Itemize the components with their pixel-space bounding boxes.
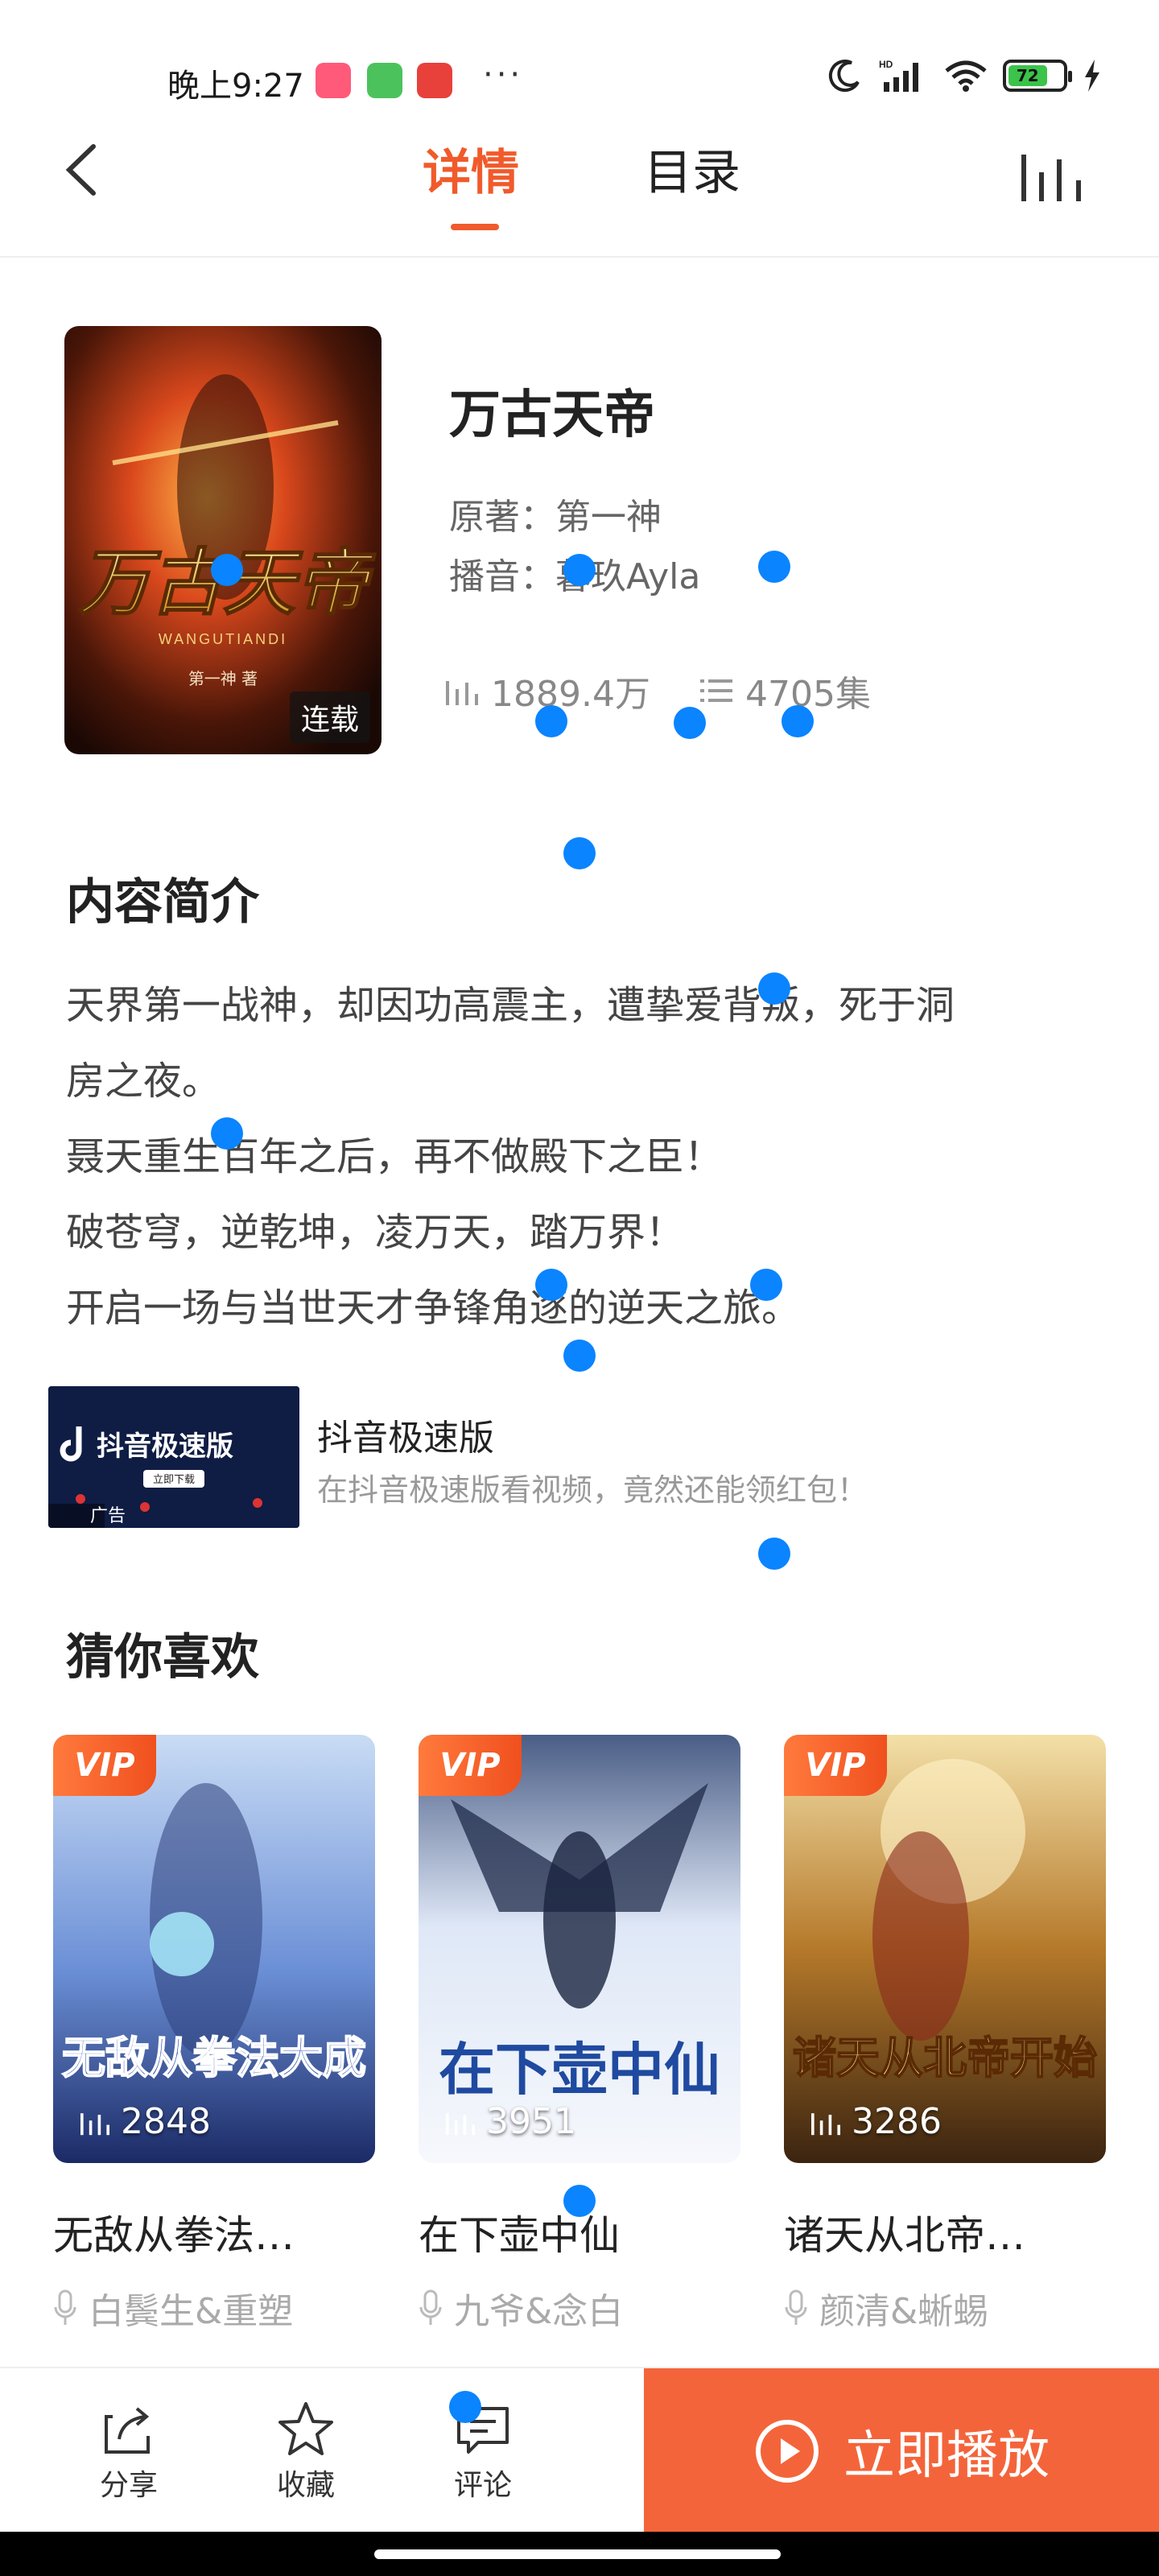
- touch-dot: [211, 554, 243, 586]
- microphone-icon: [54, 2289, 76, 2325]
- recommend-title[interactable]: 诸天从北帝…: [784, 2203, 1106, 2261]
- svg-text:第一神 著: 第一神 著: [188, 669, 258, 688]
- signal-icon: HD: [879, 59, 918, 92]
- svg-text:无敌从拳法大成: 无敌从拳法大成: [62, 2032, 366, 2083]
- comment-button[interactable]: 评论: [435, 2397, 531, 2504]
- more-notifications-icon: ···: [483, 56, 524, 93]
- svg-text:HD: HD: [879, 59, 893, 70]
- play-count-value: 1889.4万: [491, 674, 650, 715]
- touch-dot: [674, 707, 706, 739]
- favorite-button[interactable]: 收藏: [258, 2397, 354, 2504]
- share-button[interactable]: 分享: [80, 2397, 177, 2504]
- touch-dot: [563, 837, 596, 869]
- recommend-narrator: 颜清&蜥蜴: [784, 2282, 1106, 2334]
- touch-dot: [758, 1538, 790, 1570]
- active-tab-indicator: [451, 224, 499, 230]
- recommend-card[interactable]: 在下壶中仙 VIP 3951 在下壶中仙 九爷&念白: [419, 1735, 740, 2334]
- microphone-icon: [785, 2289, 807, 2325]
- book-cover-art: 万古天帝 WANGUTIANDI 第一神 著: [64, 326, 382, 754]
- ad-subtitle[interactable]: 在抖音极速版看视频，竟然还能领红包！: [317, 1465, 868, 1509]
- touch-dot: [449, 2391, 481, 2423]
- play-count-icon: [446, 2112, 475, 2135]
- bottom-action-bar: 分享 收藏 评论 立即播放: [0, 2367, 1159, 2533]
- touch-dot: [211, 1117, 243, 1150]
- tab-catalog[interactable]: 目录: [644, 134, 740, 204]
- book-author: 原著：第一神: [449, 497, 662, 538]
- ad-banner-image[interactable]: 抖音极速版 立即下载 广告: [48, 1386, 299, 1528]
- vip-badge: VIP: [419, 1735, 522, 1796]
- wechat-app-icon: [367, 63, 402, 98]
- share-icon: [105, 2407, 150, 2454]
- play-now-button[interactable]: 立即播放: [644, 2368, 1159, 2533]
- mascot-app-icon: [417, 63, 452, 98]
- play-circle-icon: [756, 2419, 819, 2483]
- moon-icon: [828, 60, 860, 93]
- recommend-cover[interactable]: 诸天从北帝开始 VIP 3286: [784, 1735, 1106, 2163]
- touch-dot: [758, 551, 790, 583]
- status-bar: 晚上9:27 ··· HD 72: [0, 0, 1159, 121]
- battery-icon: 72: [1003, 60, 1072, 92]
- status-time: 晚上9:27: [167, 68, 304, 105]
- ad-label: 广告: [90, 1506, 126, 1526]
- recommend-play-count: 3951: [444, 2101, 576, 2142]
- play-count-icon: [80, 2112, 109, 2135]
- intro-line: 天界第一战神，却因功高震主，遭挚爱背叛，死于洞: [66, 983, 955, 1028]
- reader-app-icon: [316, 63, 351, 98]
- recommend-cover[interactable]: 在下壶中仙 VIP 3951: [419, 1735, 740, 2163]
- list-icon: [699, 679, 732, 702]
- ad-title[interactable]: 抖音极速版: [317, 1409, 494, 1460]
- recommend-narrator: 白鬓生&重塑: [53, 2282, 375, 2334]
- tab-details[interactable]: 详情: [423, 134, 519, 204]
- vip-badge: VIP: [784, 1735, 887, 1796]
- svg-text:WANGUTIANDI: WANGUTIANDI: [159, 631, 287, 647]
- recommend-heading: 猜你喜欢: [66, 1629, 259, 1686]
- intro-line: 破苍穹，逆乾坤，凌万天，踏万界！: [66, 1210, 685, 1255]
- charging-icon: [1085, 60, 1099, 92]
- home-gesture-handle[interactable]: [374, 2549, 781, 2559]
- book-cover[interactable]: 万古天帝 WANGUTIANDI 第一神 著 连载: [64, 326, 382, 754]
- recommend-card[interactable]: 诸天从北帝开始 VIP 3286 诸天从北帝… 颜清&蜥蜴: [784, 1735, 1106, 2334]
- intro-line: 开启一场与当世天才争锋角逐的逆天之旅。: [66, 1286, 801, 1331]
- back-arrow-icon[interactable]: [56, 142, 113, 198]
- star-icon: [278, 2402, 333, 2455]
- touch-dot: [563, 554, 596, 586]
- intro-body: 天界第一战神，却因功高震主，遭挚爱背叛，死于洞 房之夜。 聂天重生百年之后，再不…: [66, 968, 1104, 1346]
- top-nav: 详情 目录: [0, 121, 1159, 258]
- touch-dot: [563, 1340, 596, 1372]
- touch-dot: [563, 2185, 596, 2217]
- wifi-icon: [945, 60, 987, 92]
- recommend-card[interactable]: 无敌从拳法大成 VIP 2848 无敌从拳法… 白鬓生&重塑: [53, 1735, 375, 2334]
- svg-text:诸天从北帝开始: 诸天从北帝开始: [793, 2032, 1097, 2083]
- recommend-cover[interactable]: 无敌从拳法大成 VIP 2848: [53, 1735, 375, 2163]
- intro-line: 房之夜。: [66, 1059, 221, 1104]
- play-count-icon: [446, 681, 478, 705]
- play-count-icon: [811, 2112, 840, 2135]
- touch-dot: [750, 1269, 782, 1301]
- recommend-narrator: 九爷&念白: [419, 2282, 740, 2334]
- touch-dot: [758, 972, 790, 1005]
- microphone-icon: [419, 2289, 442, 2325]
- svg-text:立即下载: 立即下载: [153, 1474, 195, 1486]
- system-nav-bar: [0, 2532, 1159, 2576]
- recommend-title[interactable]: 无敌从拳法…: [53, 2203, 375, 2261]
- svg-text:抖音极速版: 抖音极速版: [97, 1430, 233, 1463]
- touch-dot: [782, 705, 814, 737]
- recommend-play-count: 2848: [79, 2101, 211, 2142]
- playing-bars-icon[interactable]: [1018, 148, 1091, 204]
- book-title: 万古天帝: [449, 386, 655, 445]
- touch-dot: [535, 1269, 567, 1301]
- episode-count: 4705集: [699, 665, 871, 716]
- svg-text:在下壶中仙: 在下壶中仙: [439, 2036, 720, 2103]
- serial-status-badge: 连载: [289, 691, 370, 743]
- intro-heading: 内容简介: [66, 874, 259, 931]
- vip-badge: VIP: [53, 1735, 156, 1796]
- touch-dot: [535, 705, 567, 737]
- recommend-play-count: 3286: [810, 2101, 942, 2142]
